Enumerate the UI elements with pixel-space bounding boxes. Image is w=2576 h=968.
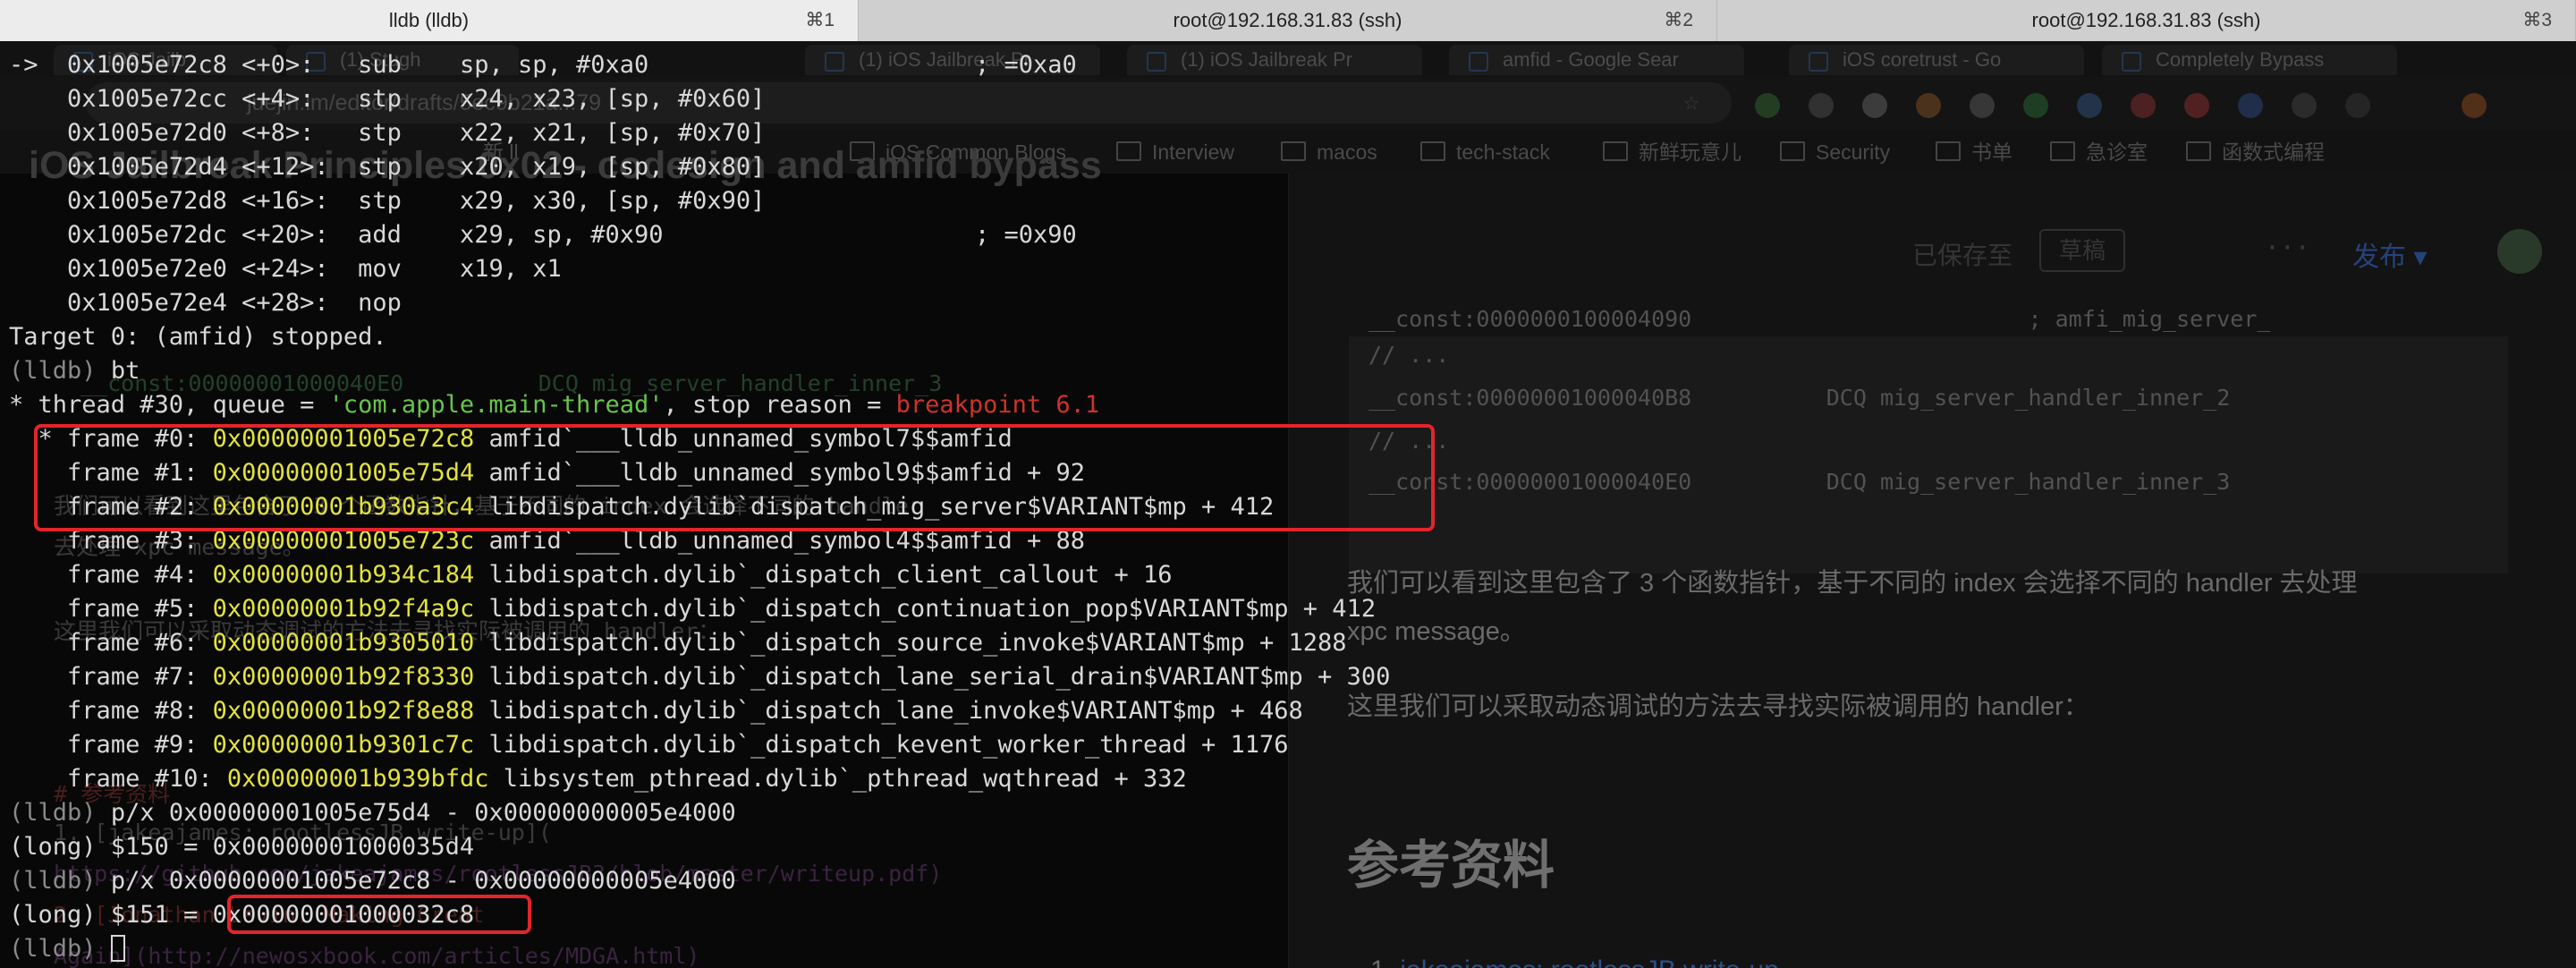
- terminal-tab-3[interactable]: root@192.168.31.83 (ssh) ⌘3: [1717, 0, 2576, 41]
- disasm-line: 0x1005e72e0 <+24>: mov x19, x1: [67, 255, 562, 283]
- result-line: (long) $150 = 0x00000001000035d4: [9, 833, 475, 861]
- disasm-line: 0x1005e72d0 <+8>: stp x22, x21, [sp, #0x…: [67, 119, 766, 147]
- stop-reason: breakpoint 6.1: [895, 391, 1100, 419]
- tab-shortcut: ⌘1: [805, 10, 835, 30]
- disasm-line: 0x1005e72cc <+4>: stp x24, x23, [sp, #0x…: [67, 85, 766, 113]
- command: bt: [110, 357, 140, 385]
- frame-address: 0x00000001b92f8e88: [212, 697, 475, 725]
- frame-address: 0x00000001b9305010: [212, 629, 475, 657]
- lldb-prompt: (lldb): [9, 935, 97, 963]
- frame-line: frame #6: 0x00000001b9305010 libdispatch…: [67, 629, 1347, 657]
- frame-address: 0x00000001b92f4a9c: [212, 595, 475, 623]
- prompt-line: (lldb) p/x 0x00000001005e75d4 - 0x000000…: [9, 796, 736, 830]
- command: p/x 0x00000001005e72c8 - 0x00000000005e4…: [110, 867, 736, 895]
- lldb-terminal[interactable]: -> 0x1005e72c8 <+0>: sub sp, sp, #0xa0; …: [0, 41, 2576, 968]
- terminal-tab-bar: lldb (lldb) ⌘1 root@192.168.31.83 (ssh) …: [0, 0, 2576, 42]
- frame-line: frame #10: 0x00000001b939bfdc libsystem_…: [67, 765, 1187, 793]
- prompt-line: (lldb) bt: [9, 354, 140, 388]
- frame-line: frame #8: 0x00000001b92f8e88 libdispatch…: [67, 697, 1303, 725]
- disasm-line: 0x1005e72d4 <+12>: stp x20, x19, [sp, #0…: [67, 153, 766, 181]
- disasm-line: 0x1005e72e4 <+28>: nop: [67, 289, 417, 317]
- prompt-line[interactable]: (lldb): [9, 932, 125, 966]
- lldb-prompt: (lldb): [9, 799, 97, 827]
- lldb-prompt: (lldb): [9, 357, 97, 385]
- frame-line: frame #7: 0x00000001b92f8330 libdispatch…: [67, 663, 1391, 691]
- tab-shortcut: ⌘3: [2522, 10, 2552, 30]
- lldb-prompt: (lldb): [9, 867, 97, 895]
- prompt-line: (lldb) p/x 0x00000001005e72c8 - 0x000000…: [9, 864, 736, 898]
- result-value: 0x00000001000035d4: [212, 833, 475, 861]
- terminal-tab-2[interactable]: root@192.168.31.83 (ssh) ⌘2: [859, 0, 1717, 41]
- frame-address: 0x00000001b9301c7c: [212, 731, 475, 759]
- frame-line: frame #9: 0x00000001b9301c7c libdispatch…: [67, 731, 1289, 759]
- disasm-line: 0x1005e72dc <+20>: add x29, sp, #0x90; =…: [67, 221, 1077, 249]
- frame-address: 0x00000001b92f8330: [212, 663, 475, 691]
- thread-line: * thread #30, queue = 'com.apple.main-th…: [9, 391, 1100, 419]
- tab-title: root@192.168.31.83 (ssh): [1173, 9, 1402, 31]
- tab-title: lldb (lldb): [388, 9, 470, 31]
- tab-title: root@192.168.31.83 (ssh): [2031, 9, 2261, 31]
- disasm-line: -> 0x1005e72c8 <+0>: sub sp, sp, #0xa0; …: [9, 51, 1077, 79]
- queue-name: 'com.apple.main-thread': [328, 391, 664, 419]
- status-line: Target 0: (amfid) stopped.: [9, 323, 387, 351]
- command: p/x 0x00000001005e75d4 - 0x00000000005e4…: [110, 799, 736, 827]
- highlight-box-frames: [34, 424, 1435, 531]
- terminal-tab-1[interactable]: lldb (lldb) ⌘1: [0, 0, 859, 41]
- disasm-line: 0x1005e72d8 <+16>: stp x29, x30, [sp, #0…: [67, 187, 766, 215]
- tab-shortcut: ⌘2: [1664, 10, 1693, 30]
- highlight-box-result: [227, 895, 531, 934]
- frame-address: 0x00000001b939bfdc: [226, 765, 489, 793]
- text-cursor: [110, 935, 125, 962]
- frame-line: frame #5: 0x00000001b92f4a9c libdispatch…: [67, 595, 1377, 623]
- frame-line: frame #4: 0x00000001b934c184 libdispatch…: [67, 561, 1173, 589]
- frame-address: 0x00000001b934c184: [212, 561, 475, 589]
